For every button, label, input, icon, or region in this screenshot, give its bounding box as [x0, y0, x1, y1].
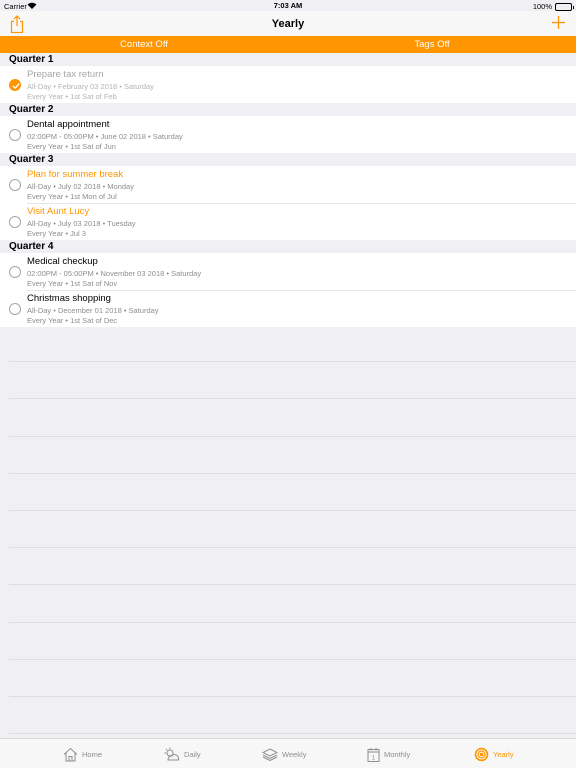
- section-header: Quarter 3: [0, 153, 576, 166]
- task-repeat: Every Year • 1st Sat of Nov: [27, 279, 118, 288]
- tab-weekly[interactable]: Weekly: [262, 746, 306, 762]
- tab-label: Daily: [184, 749, 201, 759]
- task-row[interactable]: Christmas shopping All-Day • December 01 …: [0, 290, 576, 327]
- task-repeat: Every Year • 1st Sat of Jun: [27, 142, 116, 151]
- daily-icon: [164, 747, 180, 762]
- task-detail: 02:00PM - 05:00PM • June 02 2018 • Satur…: [27, 132, 183, 141]
- section-header: Quarter 1: [0, 53, 576, 66]
- unchecked-circle-icon[interactable]: [9, 179, 21, 191]
- empty-row-separator: [9, 621, 576, 623]
- task-detail: 02:00PM - 05:00PM • November 03 2018 • S…: [27, 269, 202, 278]
- unchecked-circle-icon[interactable]: [9, 216, 21, 228]
- task-list: Quarter 1 Prepare tax return All-Day • Feb…: [0, 53, 576, 327]
- plus-icon: [552, 16, 565, 29]
- unchecked-circle-icon[interactable]: [9, 303, 21, 315]
- battery-indicator: 100%: [532, 2, 574, 11]
- page-title: Yearly: [271, 18, 305, 30]
- task-detail: All-Day • July 03 2018 • Tuesday: [27, 219, 136, 228]
- unchecked-circle-icon[interactable]: [9, 266, 21, 278]
- tab-monthly[interactable]: 1 Monthly: [367, 746, 410, 762]
- section-header: Quarter 2: [0, 103, 576, 116]
- weekly-icon: [262, 747, 278, 761]
- filter-bar: Context Off Tags Off: [0, 36, 576, 53]
- monthly-icon: 1: [367, 747, 380, 762]
- task-row[interactable]: Dental appointment 02:00PM - 05:00PM • Ju…: [0, 116, 576, 153]
- context-toggle[interactable]: Context Off: [0, 36, 288, 53]
- tab-label: Monthly: [384, 749, 411, 759]
- task-row[interactable]: Plan for summer break All-Day • July 02 2…: [0, 166, 576, 203]
- task-detail: All-Day • July 02 2018 • Monday: [27, 182, 134, 191]
- tab-label: Yearly: [493, 749, 514, 759]
- task-title: Plan for summer break: [27, 169, 124, 180]
- task-title: Medical checkup: [27, 256, 98, 267]
- home-icon: [63, 747, 78, 762]
- empty-row-separator: [9, 398, 576, 400]
- tab-home[interactable]: Home: [63, 746, 102, 762]
- task-row[interactable]: Prepare tax return All-Day • February 03 …: [0, 66, 576, 103]
- empty-row-separator: [9, 658, 576, 660]
- empty-rows-area: [9, 324, 576, 738]
- empty-row-separator: [9, 361, 576, 363]
- empty-row-separator: [9, 547, 576, 549]
- status-bar: Carrier 7:03 AM 100%: [0, 0, 576, 11]
- unchecked-circle-icon[interactable]: [9, 129, 21, 141]
- checked-circle-icon[interactable]: [9, 79, 21, 91]
- tab-daily[interactable]: Daily: [164, 746, 201, 762]
- navigation-bar: Yearly: [0, 11, 576, 36]
- task-repeat: Every Year • 1st Sat of Feb: [27, 92, 117, 101]
- tab-bar: Home Daily Weekly 1 Monthly Yearly: [0, 738, 576, 768]
- task-row[interactable]: Visit Aunt Lucy All-Day • July 03 2018 • …: [0, 203, 576, 240]
- task-row[interactable]: Medical checkup 02:00PM - 05:00PM • Novem…: [0, 253, 576, 290]
- empty-row-separator: [9, 696, 576, 697]
- svg-text:1: 1: [372, 755, 376, 761]
- empty-row-separator: [9, 472, 576, 474]
- battery-icon: [555, 2, 574, 11]
- tab-label: Home: [82, 749, 103, 759]
- task-title: Visit Aunt Lucy: [27, 206, 90, 217]
- empty-row-separator: [9, 733, 576, 735]
- task-detail: All-Day • February 03 2018 • Saturday: [27, 82, 154, 91]
- task-title: Dental appointment: [27, 119, 110, 130]
- yearly-icon: [474, 747, 489, 762]
- task-title: Christmas shopping: [27, 293, 111, 304]
- status-time: 7:03 AM: [273, 1, 303, 10]
- empty-row-separator: [9, 435, 576, 437]
- task-title: Prepare tax return: [27, 69, 104, 80]
- add-button[interactable]: [551, 15, 566, 30]
- empty-row-separator: [9, 584, 576, 586]
- tab-yearly[interactable]: Yearly: [474, 746, 514, 762]
- task-detail: All-Day • December 01 2018 • Saturday: [27, 306, 159, 315]
- task-repeat: Every Year • Jul 3: [27, 229, 86, 238]
- section-header: Quarter 4: [0, 240, 576, 253]
- tags-toggle[interactable]: Tags Off: [288, 36, 576, 53]
- task-repeat: Every Year • 1st Mon of Jul: [27, 192, 117, 201]
- empty-row-separator: [9, 510, 576, 511]
- battery-percent: 100%: [532, 2, 552, 11]
- tab-label: Weekly: [282, 749, 307, 759]
